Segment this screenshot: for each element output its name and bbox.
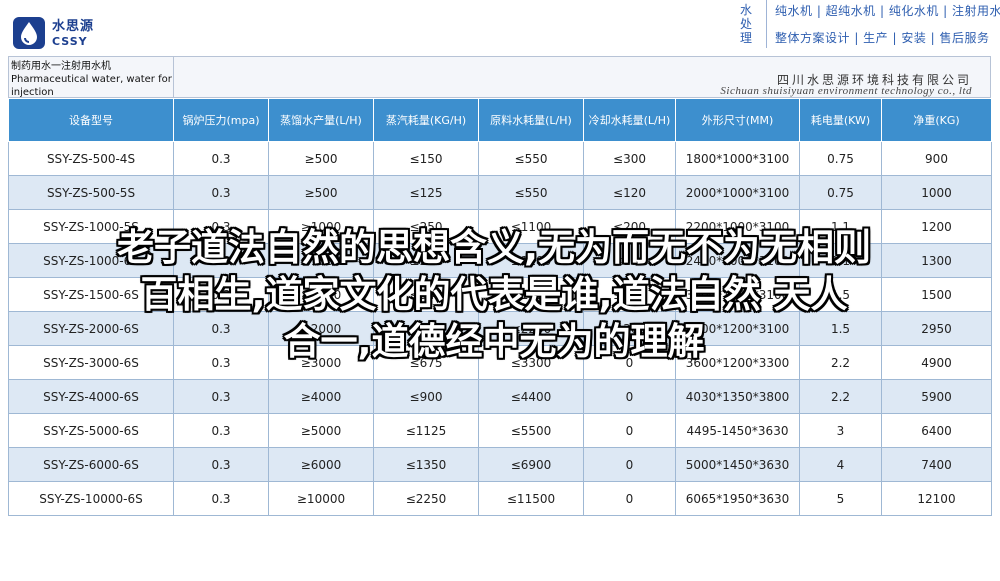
table-cell: ≤550 [478, 141, 584, 176]
product-title-cn: 制药用水一注射用水机 [11, 61, 111, 72]
table-cell: ≤6900 [478, 447, 584, 482]
table-cell: SSY-ZS-500-5S [8, 175, 174, 210]
table-cell: SSY-ZS-4000-6S [8, 379, 174, 414]
table-cell: ≤120 [583, 175, 676, 210]
table-row: SSY-ZS-10000-6S 0.3 ≥10000 ≤2250 ≤11500 0 6065… [8, 481, 992, 516]
brand-name-en: CSSY [52, 34, 88, 48]
company-name-en: Sichuan shuisiyuan environment technolog… [720, 85, 972, 97]
table-cell: ≥6000 [268, 447, 374, 482]
table-cell: 5 [799, 481, 882, 516]
table-cell: 0.3 [173, 447, 269, 482]
table-cell: 0.75 [799, 175, 882, 210]
table-cell: ≤4400 [478, 379, 584, 414]
overlay-line: 合一,道德经中无为的理解 [283, 320, 705, 363]
table-cell: 0.3 [173, 413, 269, 448]
table-cell: 7400 [881, 447, 992, 482]
column-header: 锅炉压力(mpa) [173, 98, 269, 142]
table-cell: 0 [583, 379, 676, 414]
table-cell: 2000*1000*3100 [675, 175, 800, 210]
table-cell: 6400 [881, 413, 992, 448]
table-cell: ≥10000 [268, 481, 374, 516]
overlay-line: 百相生,道家文化的代表是谁,道法自然 天人 [140, 273, 848, 316]
table-row: SSY-ZS-5000-6S 0.3 ≥5000 ≤1125 ≤5500 0 4495-14… [8, 413, 992, 448]
product-title: 制药用水一注射用水机 Pharmaceutical water, water f… [9, 57, 174, 98]
table-cell: SSY-ZS-6000-6S [8, 447, 174, 482]
table-cell: 4030*1350*3800 [675, 379, 800, 414]
table-cell: ≤300 [583, 141, 676, 176]
overlay-line: 老子道法自然的思想含义,无为而无不为无相则 [116, 226, 872, 269]
table-cell: ≤900 [373, 379, 479, 414]
table-row: SSY-ZS-500-5S 0.3 ≥500 ≤125 ≤550 ≤120 2000*100… [8, 175, 992, 210]
table-cell: SSY-ZS-5000-6S [8, 413, 174, 448]
overlay-headline: 老子道法自然的思想含义,无为而无不为无相则 百相生,道家文化的代表是谁,道法自然… [14, 224, 974, 365]
table-cell: 0.3 [173, 141, 269, 176]
table-cell: 4 [799, 447, 882, 482]
table-cell: 900 [881, 141, 992, 176]
table-cell: 5000*1450*3630 [675, 447, 800, 482]
table-cell: ≥500 [268, 175, 374, 210]
table-cell: ≤2250 [373, 481, 479, 516]
table-title-box: 制药用水一注射用水机 Pharmaceutical water, water f… [8, 56, 991, 98]
table-cell: 1000 [881, 175, 992, 210]
table-cell: 3 [799, 413, 882, 448]
table-cell: 6065*1950*3630 [675, 481, 800, 516]
table-cell: ≥500 [268, 141, 374, 176]
column-header: 蒸馏水产量(L/H) [268, 98, 374, 142]
table-cell: 4495-1450*3630 [675, 413, 800, 448]
column-header: 外形尺寸(MM) [675, 98, 800, 142]
table-cell: ≤150 [373, 141, 479, 176]
table-row: SSY-ZS-4000-6S 0.3 ≥4000 ≤900 ≤4400 0 4030*135… [8, 379, 992, 414]
table-cell: ≤1350 [373, 447, 479, 482]
column-header: 原料水耗量(L/H) [478, 98, 584, 142]
banner-services: 整体方案设计 | 生产 | 安装 | 售后服务 [775, 31, 990, 45]
table-cell: SSY-ZS-500-4S [8, 141, 174, 176]
brand-name-cn: 水思源 [52, 18, 95, 34]
brand-logo[interactable]: 水思源 CSSY [12, 16, 94, 50]
table-cell: 5900 [881, 379, 992, 414]
table-header-row: 设备型号 锅炉压力(mpa) 蒸馏水产量(L/H) 蒸汽耗量(KG/H) 原料水… [8, 98, 992, 142]
table-cell: 0 [583, 447, 676, 482]
table-cell: ≤5500 [478, 413, 584, 448]
table-cell: ≤550 [478, 175, 584, 210]
column-header: 净重(KG) [881, 98, 992, 142]
table-cell: SSY-ZS-10000-6S [8, 481, 174, 516]
table-cell: ≤11500 [478, 481, 584, 516]
table-cell: 0.3 [173, 175, 269, 210]
table-cell: 0.3 [173, 379, 269, 414]
column-header: 蒸汽耗量(KG/H) [373, 98, 479, 142]
table-cell: 12100 [881, 481, 992, 516]
product-title-en-1: Pharmaceutical water, water for [11, 74, 172, 85]
service-banner: 水处理 纯水机 | 超纯水机 | 纯化水机 | 注射用水设备 整体方案设计 | … [740, 0, 1000, 48]
table-cell: ≤125 [373, 175, 479, 210]
column-header: 冷却水耗量(L/H) [583, 98, 676, 142]
table-cell: 0 [583, 413, 676, 448]
banner-products: 纯水机 | 超纯水机 | 纯化水机 | 注射用水设备 [775, 4, 1000, 18]
table-row: SSY-ZS-6000-6S 0.3 ≥6000 ≤1350 ≤6900 0 5000*14… [8, 447, 992, 482]
table-cell: 0.3 [173, 481, 269, 516]
column-header: 设备型号 [8, 98, 174, 142]
banner-tag: 水处理 [740, 0, 767, 48]
table-cell: ≥5000 [268, 413, 374, 448]
table-cell: ≤1125 [373, 413, 479, 448]
table-cell: 0.75 [799, 141, 882, 176]
table-cell: ≥4000 [268, 379, 374, 414]
table-cell: 0 [583, 481, 676, 516]
water-drop-logo-icon [13, 17, 45, 49]
column-header: 耗电量(KW) [799, 98, 882, 142]
table-cell: 1800*1000*3100 [675, 141, 800, 176]
table-row: SSY-ZS-500-4S 0.3 ≥500 ≤150 ≤550 ≤300 1800*100… [8, 141, 992, 176]
table-cell: 2.2 [799, 379, 882, 414]
